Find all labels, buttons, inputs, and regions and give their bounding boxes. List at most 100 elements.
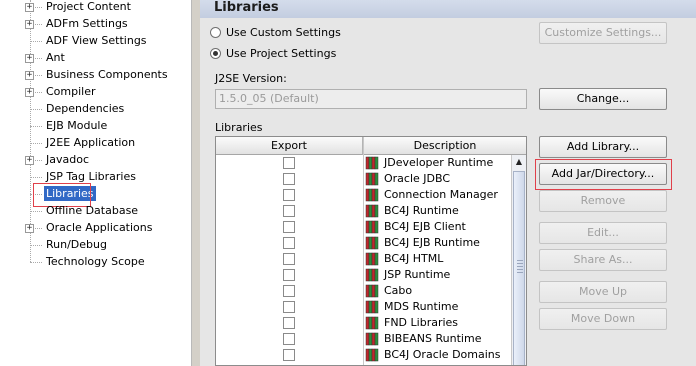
export-checkbox[interactable] (283, 189, 295, 201)
scrollbar-thumb[interactable] (513, 171, 525, 365)
library-jar-icon (365, 268, 379, 282)
expand-icon[interactable]: + (25, 156, 34, 165)
table-row[interactable]: JSP Runtime (216, 267, 512, 283)
column-header-export[interactable]: Export (216, 137, 363, 155)
expand-icon[interactable]: + (25, 224, 34, 233)
export-checkbox[interactable] (283, 317, 295, 329)
library-jar-icon (365, 252, 379, 266)
tree-item-label: EJB Module (46, 119, 108, 132)
vertical-scrollbar[interactable]: ▲ (511, 155, 526, 365)
expand-icon[interactable]: + (25, 20, 34, 29)
library-jar-icon (365, 188, 379, 202)
tree-item-label: JSP Tag Libraries (46, 170, 136, 183)
tree-item-label: Oracle Applications (46, 221, 153, 234)
table-row[interactable]: BC4J HTML (216, 251, 512, 267)
table-row[interactable]: BIBEANS Runtime (216, 331, 512, 347)
export-checkbox[interactable] (283, 285, 295, 297)
library-jar-icon (365, 316, 379, 330)
settings-tree: + Project Content + ADFm Settings ADF View S… (0, 0, 192, 366)
library-jar-icon (365, 236, 379, 250)
use-custom-settings-radio[interactable]: Use Custom Settings (210, 26, 341, 39)
export-checkbox[interactable] (283, 349, 295, 361)
library-jar-icon (365, 220, 379, 234)
library-description: JDeveloper Runtime (384, 156, 494, 169)
edit-button[interactable]: Edit... (539, 222, 667, 244)
library-jar-icon (365, 172, 379, 186)
export-checkbox[interactable] (283, 237, 295, 249)
library-description: BC4J Oracle Domains (384, 348, 501, 361)
page-title: Libraries (214, 0, 279, 15)
column-header-description[interactable]: Description (364, 137, 526, 155)
library-description: BC4J HTML (384, 252, 444, 265)
grip-icon (517, 260, 523, 274)
j2se-version-field[interactable]: 1.5.0_05 (Default) (215, 89, 527, 109)
library-description: BC4J Runtime (384, 204, 459, 217)
change-button[interactable]: Change... (539, 88, 667, 110)
export-checkbox[interactable] (283, 221, 295, 233)
j2se-version-label: J2SE Version: (215, 72, 287, 85)
library-jar-icon (365, 284, 379, 298)
library-jar-icon (365, 348, 379, 362)
export-checkbox[interactable] (283, 205, 295, 217)
export-checkbox[interactable] (283, 301, 295, 313)
tree-item-label: Technology Scope (46, 255, 145, 268)
scroll-up-arrow-icon[interactable]: ▲ (512, 155, 526, 169)
table-row[interactable]: Oracle JDBC (216, 171, 512, 187)
tree-item-label: Business Components (46, 68, 168, 81)
move-down-button[interactable]: Move Down (539, 308, 667, 330)
panel-header: Libraries (200, 0, 696, 18)
highlight-box (535, 159, 672, 190)
tree-connector (30, 262, 42, 263)
customize-settings-button[interactable]: Customize Settings... (539, 22, 667, 44)
export-checkbox[interactable] (283, 157, 295, 169)
tree-item-label: Ant (46, 51, 65, 64)
tree-item-label: ADFm Settings (46, 17, 128, 30)
library-description: FND Libraries (384, 316, 459, 329)
library-description: JSP Runtime (384, 268, 451, 281)
tree-item-label: Offline Database (46, 204, 139, 217)
library-description: Oracle JDBC (384, 172, 451, 185)
use-project-settings-radio[interactable]: Use Project Settings (210, 47, 336, 60)
table-row[interactable]: JDeveloper Runtime (216, 155, 512, 171)
table-row[interactable]: Cabo (216, 283, 512, 299)
use-project-settings-label: Use Project Settings (226, 47, 337, 60)
export-checkbox[interactable] (283, 253, 295, 265)
tree-item-label: ADF View Settings (46, 34, 147, 47)
export-checkbox[interactable] (283, 173, 295, 185)
tree-item-label: Project Content (46, 0, 131, 13)
libraries-table: Export Description JDeveloper Runtime Ora… (215, 136, 527, 366)
tree-item-label: Dependencies (46, 102, 125, 115)
library-jar-icon (365, 300, 379, 314)
libraries-label: Libraries (215, 121, 263, 134)
expand-icon[interactable]: + (25, 71, 34, 80)
share-as-button[interactable]: Share As... (539, 249, 667, 271)
libraries-panel: Libraries Use Custom Settings Use Projec… (200, 0, 696, 366)
tree-item-label: Run/Debug (46, 238, 107, 251)
tree-connector (30, 211, 42, 212)
expand-icon[interactable]: + (25, 88, 34, 97)
table-row[interactable]: BC4J EJB Client (216, 219, 512, 235)
table-row[interactable]: BC4J EJB Runtime (216, 235, 512, 251)
export-checkbox[interactable] (283, 333, 295, 345)
table-row[interactable]: MDS Runtime (216, 299, 512, 315)
table-row[interactable]: FND Libraries (216, 315, 512, 331)
table-row[interactable]: BC4J Oracle Domains (216, 347, 512, 363)
tree-connector (30, 126, 42, 127)
tree-item-label: Compiler (46, 85, 96, 98)
library-jar-icon (365, 332, 379, 346)
add-library-button[interactable]: Add Library... (539, 136, 667, 158)
table-row[interactable]: BC4J Runtime (216, 203, 512, 219)
move-up-button[interactable]: Move Up (539, 281, 667, 303)
remove-button[interactable]: Remove (539, 190, 667, 212)
expand-icon[interactable]: + (25, 54, 34, 63)
tree-item-label: J2EE Application (46, 136, 136, 149)
library-description: BIBEANS Runtime (384, 332, 482, 345)
radio-button-icon[interactable] (210, 48, 221, 59)
library-description: BC4J EJB Runtime (384, 236, 480, 249)
table-row[interactable]: Connection Manager (216, 187, 512, 203)
expand-icon[interactable]: + (25, 3, 34, 12)
export-checkbox[interactable] (283, 269, 295, 281)
use-custom-settings-label: Use Custom Settings (226, 26, 341, 39)
library-jar-icon (365, 204, 379, 218)
radio-button-icon[interactable] (210, 27, 221, 38)
